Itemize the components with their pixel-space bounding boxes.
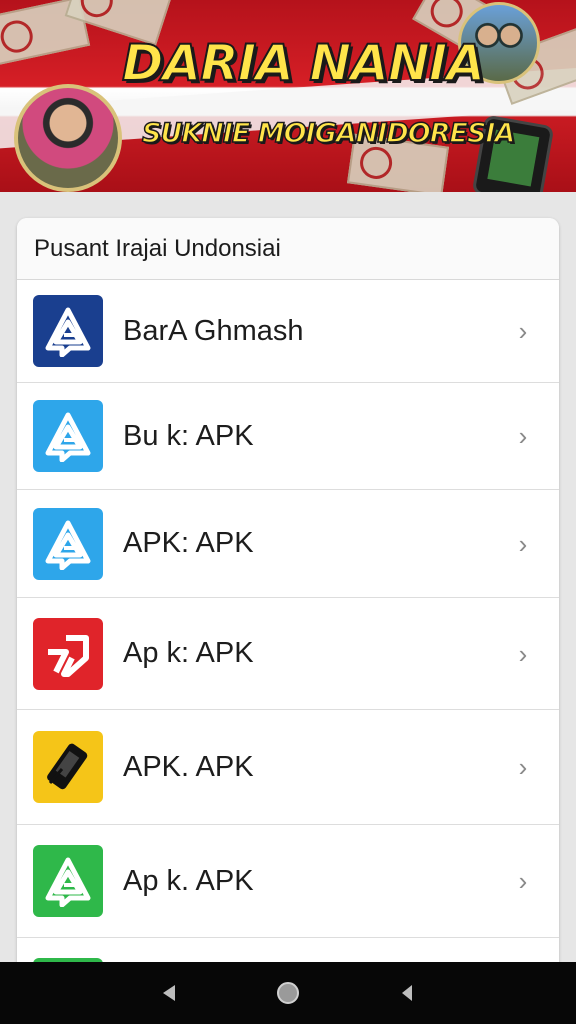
chevron-right-icon: › <box>518 752 528 782</box>
chevron-right-icon: › <box>518 528 528 559</box>
app-list-card: Pusant Irajai Undonsiai BarA Ghmash › Bu… <box>17 218 559 978</box>
back-icon[interactable] <box>154 978 184 1008</box>
chevron-right-icon: › <box>518 866 528 896</box>
list-item[interactable]: Ap k: APK › <box>17 598 559 710</box>
person-avatar <box>14 84 122 192</box>
list-item-label: Ap k. APK <box>123 864 254 897</box>
banner-title: DARIA NANIA <box>121 33 486 93</box>
list-item[interactable]: APK. APK › <box>17 710 559 825</box>
list-item-label: Ap k: APK <box>123 637 254 669</box>
promo-banner[interactable]: DARIA NANIA SUKNIE MOIGANIDORESIA <box>0 0 576 192</box>
delta-app-icon <box>33 617 103 690</box>
delta-app-icon <box>33 295 103 367</box>
list-item-label: BarA Ghmash <box>123 314 304 347</box>
phone-app-icon <box>33 731 103 803</box>
list-item-label: APK: APK <box>123 527 254 559</box>
banner-subtitle: SUKNIE MOIGANIDORESIA <box>141 117 516 150</box>
list-item[interactable]: Bu k: APK › <box>17 383 559 490</box>
chevron-right-icon: › <box>518 316 528 346</box>
chevron-right-icon: › <box>518 638 528 669</box>
delta-app-icon <box>33 400 103 472</box>
delta-app-icon <box>33 845 103 917</box>
system-navigation-bar <box>0 962 576 1024</box>
list-header: Pusant Irajai Undonsiai <box>17 218 559 280</box>
list-item[interactable]: Ap k. APK › <box>17 825 559 938</box>
list-item[interactable]: APK: APK › <box>17 490 559 598</box>
chevron-right-icon: › <box>518 421 528 451</box>
home-icon[interactable] <box>273 978 303 1008</box>
delta-app-icon <box>33 507 103 580</box>
recents-back-icon[interactable] <box>392 978 422 1008</box>
list-item-label: APK. APK <box>123 750 254 783</box>
list-item-label: Bu k: APK <box>123 419 254 452</box>
list-item[interactable]: BarA Ghmash › <box>17 280 559 383</box>
